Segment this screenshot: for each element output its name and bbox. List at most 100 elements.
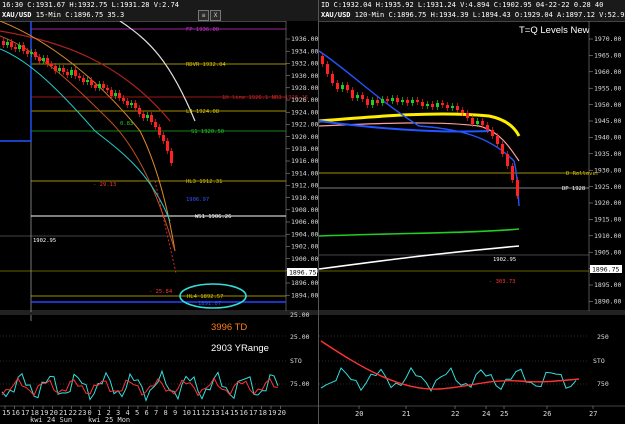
left-ytick-label: 1932.00: [291, 60, 318, 68]
left-candle-body: [118, 93, 121, 98]
right-level-label-dp: DP 1928: [562, 186, 585, 192]
left-candle-body: [134, 103, 137, 108]
ma-rust: [0, 35, 176, 252]
right-candle-body: [406, 100, 409, 103]
left-xtick-label: 19: [268, 409, 276, 417]
right-xtick-label: 22: [451, 410, 459, 418]
left-xtick-label: 10: [183, 409, 191, 417]
left-candle-body: [26, 51, 29, 54]
right-candle-body: [321, 56, 324, 64]
annot-red2-left: - 25.84: [149, 289, 173, 295]
level-label-hl4: HL4 1892.57: [187, 294, 223, 300]
left-candle-body: [46, 58, 49, 64]
right-xtick-label: 27: [589, 410, 597, 418]
right-chart-header: ID C:1932.04 H:1935.92 L:1931.24 V:4.894…: [319, 0, 625, 22]
annot-red1-left: - 29.13: [93, 182, 116, 188]
left-xtick-label: 9: [173, 409, 177, 417]
right-ma-blue2: [319, 120, 490, 133]
right-sub-axis-sto: STO: [593, 357, 605, 365]
left-candle-body: [62, 68, 65, 72]
yrange-value-text: 2903 YRange: [211, 343, 269, 354]
right-ytick-label: 1915.00: [594, 216, 621, 224]
left-close-button[interactable]: X: [210, 10, 221, 21]
left-sub-axis-75: 75.00: [290, 380, 310, 388]
annot-green-left: 0.83: [120, 121, 133, 127]
right-splitter[interactable]: [319, 312, 625, 315]
left-candle-body: [90, 80, 93, 85]
right-candle-body: [496, 136, 499, 144]
level-label-s1: S1 1920.50: [191, 129, 224, 135]
left-candle-body: [110, 90, 113, 96]
left-ytick-label: 1908.00: [291, 206, 318, 214]
left-splitter[interactable]: [0, 312, 318, 315]
right-candle-body: [401, 100, 404, 102]
indicator-title: T=Q Levels New: [519, 25, 590, 36]
left-ytick-label: 1894.00: [291, 291, 318, 299]
left-candle-body: [18, 45, 21, 49]
right-header-line1: ID C:1932.04 H:1935.92 L:1931.24 V:4.894…: [321, 1, 604, 9]
level-label-ws1: WS1 1906.26: [195, 214, 231, 220]
right-ytick-label: 1955.00: [594, 84, 621, 92]
left-sto-k-line: [1, 369, 279, 403]
right-ytick-label: 1935.00: [594, 150, 621, 158]
right-candle-body: [421, 102, 424, 106]
right-candle-body: [331, 74, 334, 83]
left-xtick-label: 17: [21, 409, 29, 417]
right-candle-body: [371, 100, 374, 105]
left-xtick-label: 20: [278, 409, 286, 417]
right-candle-body: [456, 106, 459, 110]
right-candle-body: [491, 130, 494, 136]
right-sub-axis-750: 750: [597, 380, 609, 388]
right-symbol: XAU/USD: [321, 11, 351, 19]
left-candle-body: [70, 70, 73, 75]
left-candle-body: [2, 41, 5, 45]
right-candle-body: [511, 166, 514, 180]
left-ytick-label: 1928.00: [291, 84, 318, 92]
left-ytick-label: 1922.00: [291, 121, 318, 129]
right-ytick-label: 1920.00: [594, 199, 621, 207]
left-candle-body: [54, 66, 57, 71]
right-candle-body: [351, 90, 354, 98]
left-candle-body: [42, 58, 45, 61]
left-date-label-2: kwi 25 Mon: [88, 416, 130, 424]
left-candle-body: [30, 52, 33, 54]
right-candle-body: [396, 98, 399, 102]
right-xtick-label: 21: [402, 410, 410, 418]
right-xtick-label: 20: [355, 410, 363, 418]
left-candle-body: [142, 114, 145, 118]
left-ytick-label: 1916.00: [291, 157, 318, 165]
right-xtick-label: 24: [482, 410, 490, 418]
right-ytick-label: 1910.00: [594, 232, 621, 240]
left-menu-button[interactable]: ≡: [198, 10, 209, 21]
left-ytick-label: 1910.00: [291, 194, 318, 202]
right-candle-body: [516, 180, 519, 196]
right-ytick-label: 1930.00: [594, 166, 621, 174]
right-candle-body: [356, 95, 359, 98]
left-ytick-label: 1902.00: [291, 243, 318, 251]
left-candle-body: [162, 135, 165, 141]
right-candle-body: [441, 103, 444, 105]
left-candle-body: [58, 68, 61, 71]
left-chart-canvas[interactable]: FP 1936.00 RDVR 1932.04 1H line 1926.1 N…: [0, 21, 318, 424]
right-chart-pane[interactable]: ID C:1932.04 H:1935.92 L:1931.24 V:4.894…: [318, 0, 625, 424]
left-ytick-label: 1924.00: [291, 108, 318, 116]
right-ytick-label: 1950.00: [594, 101, 621, 109]
right-price: C:1896.75 H:1934.39 L:1894.43 O:1929.04 …: [388, 11, 625, 19]
left-target-line: [154, 180, 177, 274]
right-ma-green: [319, 228, 520, 237]
right-candle-body: [436, 103, 439, 107]
left-ytick-label: 1930.00: [291, 72, 318, 80]
left-candle-body: [10, 42, 13, 47]
left-xtick-label: 23: [78, 409, 86, 417]
right-candle-body: [346, 85, 349, 90]
td-value-text: 3996 TD: [211, 322, 247, 333]
right-candle-body: [471, 118, 474, 124]
ma-cyan: [0, 48, 171, 222]
right-ytick-label: 1895.00: [594, 281, 621, 289]
left-candle-body: [154, 122, 157, 127]
right-candle-body: [501, 144, 504, 154]
left-xtick-label: 7: [154, 409, 158, 417]
right-chart-canvas[interactable]: T=Q Levels New D Rollover DP 1928 1902.9…: [319, 21, 625, 424]
left-chart-pane[interactable]: 16:30 C:1931.67 H:1932.75 L:1931.28 V:2.…: [0, 0, 318, 424]
left-xtick-label: 12: [202, 409, 210, 417]
